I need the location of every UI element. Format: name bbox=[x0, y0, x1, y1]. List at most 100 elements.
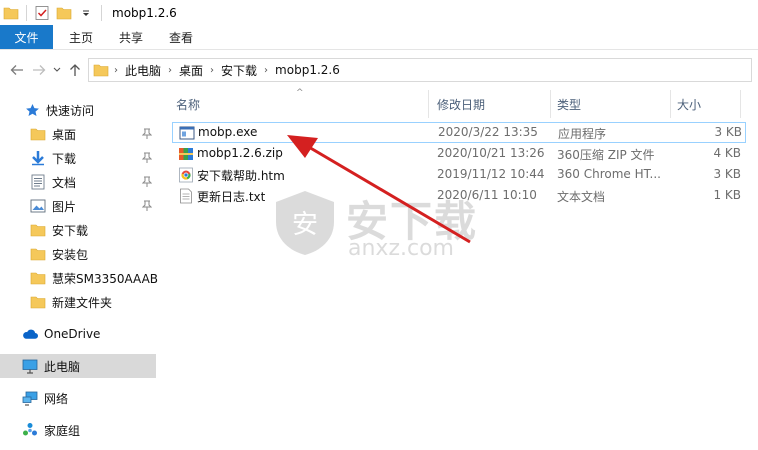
nav-label: 安下载 bbox=[52, 223, 89, 238]
file-type: 文本文档 bbox=[557, 190, 606, 204]
nav-label: OneDrive bbox=[44, 327, 101, 341]
download-icon bbox=[30, 150, 46, 166]
back-button[interactable] bbox=[6, 58, 28, 82]
column-header-name[interactable]: 名称 bbox=[176, 90, 426, 118]
homegroup-icon bbox=[22, 422, 38, 438]
zip-icon bbox=[179, 148, 193, 160]
file-type: 360 Chrome HT... bbox=[557, 167, 661, 181]
file-size: 1 KB bbox=[713, 188, 741, 202]
properties-icon[interactable] bbox=[31, 2, 53, 24]
toolbar-divider bbox=[101, 4, 102, 21]
star-icon bbox=[24, 102, 40, 118]
toolbar-divider bbox=[26, 4, 27, 21]
navigation-pane: 快速访问 桌面 下载 文档 图片 安下载 安装包 慧荣SM3350AAAB 新建… bbox=[0, 92, 158, 450]
file-modified: 2019/11/12 10:44 bbox=[437, 167, 545, 181]
folder-icon bbox=[30, 126, 46, 142]
tab-file[interactable]: 文件 bbox=[0, 25, 53, 49]
nav-item-anxiazai[interactable]: 安下载 bbox=[0, 218, 156, 242]
nav-label: 图片 bbox=[52, 199, 77, 214]
file-name: mobp1.2.6.zip bbox=[197, 146, 283, 160]
title-bar: mobp1.2.6 bbox=[0, 0, 758, 25]
nav-item-installers[interactable]: 安装包 bbox=[0, 242, 156, 266]
file-row[interactable]: mobp1.2.6.zip 2020/10/21 13:26 360压缩 ZIP… bbox=[172, 144, 746, 165]
pin-icon[interactable] bbox=[142, 176, 152, 188]
folder-icon bbox=[93, 63, 109, 77]
nav-label: 新建文件夹 bbox=[52, 295, 113, 310]
back-arrow-icon bbox=[10, 65, 23, 75]
folder-icon bbox=[30, 294, 46, 310]
column-divider[interactable] bbox=[428, 90, 429, 118]
watermark-badge: 安 bbox=[292, 210, 318, 240]
file-type: 360压缩 ZIP 文件 bbox=[557, 148, 655, 162]
address-bar[interactable]: › 此电脑 › 桌面 › 安下载 › mobp1.2.6 bbox=[88, 58, 752, 82]
folder-icon bbox=[30, 222, 46, 238]
file-size: 3 KB bbox=[713, 167, 741, 181]
nav-item-new-folder[interactable]: 新建文件夹 bbox=[0, 290, 156, 314]
pin-icon[interactable] bbox=[142, 200, 152, 212]
column-header-size[interactable]: 大小 bbox=[677, 90, 737, 118]
up-arrow-icon bbox=[70, 64, 80, 76]
file-modified: 2020/3/22 13:35 bbox=[438, 125, 538, 139]
column-divider[interactable] bbox=[670, 90, 671, 118]
file-name: 安下载帮助.htm bbox=[197, 169, 285, 183]
text-file-icon bbox=[180, 188, 192, 204]
nav-label: 快速访问 bbox=[46, 103, 95, 118]
recent-locations-button[interactable] bbox=[50, 58, 64, 82]
file-size: 4 KB bbox=[713, 146, 741, 160]
watermark: 安 安下载 anxz.com bbox=[270, 188, 490, 266]
up-button[interactable] bbox=[64, 58, 86, 82]
file-name: mobp.exe bbox=[198, 125, 258, 139]
navigation-bar: › 此电脑 › 桌面 › 安下载 › mobp1.2.6 bbox=[0, 55, 758, 85]
nav-label: 慧荣SM3350AAAB bbox=[52, 271, 159, 286]
tab-view[interactable]: 查看 bbox=[156, 25, 206, 49]
nav-label: 桌面 bbox=[52, 127, 77, 142]
customize-toolbar-icon[interactable] bbox=[75, 2, 97, 24]
column-header-modified[interactable]: 修改日期 bbox=[437, 90, 547, 118]
nav-label: 家庭组 bbox=[44, 423, 81, 438]
nav-quick-access[interactable]: 快速访问 bbox=[0, 98, 156, 122]
column-divider[interactable] bbox=[550, 90, 551, 118]
nav-network[interactable]: 网络 bbox=[0, 386, 156, 410]
folder-icon bbox=[30, 270, 46, 286]
tab-share[interactable]: 共享 bbox=[106, 25, 156, 49]
file-row[interactable]: mobp.exe 2020/3/22 13:35 应用程序 3 KB bbox=[172, 122, 746, 143]
new-folder-icon[interactable] bbox=[53, 2, 75, 24]
file-type: 应用程序 bbox=[558, 127, 607, 141]
nav-label: 安装包 bbox=[52, 247, 89, 262]
file-size: 3 KB bbox=[714, 125, 742, 139]
file-row[interactable]: 安下载帮助.htm 2019/11/12 10:44 360 Chrome HT… bbox=[172, 165, 746, 186]
chevron-down-icon bbox=[53, 67, 61, 72]
forward-button[interactable] bbox=[28, 58, 50, 82]
nav-this-pc[interactable]: 此电脑 bbox=[0, 354, 156, 378]
nav-label: 此电脑 bbox=[44, 359, 81, 374]
computer-icon bbox=[22, 358, 38, 374]
nav-item-desktop[interactable]: 桌面 bbox=[0, 122, 156, 146]
nav-item-downloads[interactable]: 下载 bbox=[0, 146, 156, 170]
breadcrumb-anxiazai[interactable]: 安下载 bbox=[215, 62, 263, 79]
pin-icon[interactable] bbox=[142, 128, 152, 140]
file-list: ^ 名称 修改日期 类型 大小 mobp.exe 2020/3/22 13:35… bbox=[165, 85, 758, 450]
network-icon bbox=[22, 390, 38, 406]
tab-home[interactable]: 主页 bbox=[53, 25, 106, 49]
folder-icon bbox=[30, 246, 46, 262]
document-icon bbox=[30, 174, 46, 190]
nav-label: 文档 bbox=[52, 175, 77, 190]
folder-icon bbox=[0, 2, 22, 24]
column-divider[interactable] bbox=[740, 90, 741, 118]
nav-homegroup[interactable]: 家庭组 bbox=[0, 418, 156, 442]
pin-icon[interactable] bbox=[142, 152, 152, 164]
nav-label: 下载 bbox=[52, 151, 77, 166]
window-title: mobp1.2.6 bbox=[112, 5, 177, 20]
breadcrumb-this-pc[interactable]: 此电脑 bbox=[119, 62, 167, 79]
column-header-type[interactable]: 类型 bbox=[557, 90, 667, 118]
file-name: 更新日志.txt bbox=[197, 190, 266, 204]
nav-item-pictures[interactable]: 图片 bbox=[0, 194, 156, 218]
nav-item-documents[interactable]: 文档 bbox=[0, 170, 156, 194]
chrome-html-icon bbox=[179, 167, 193, 183]
shield-logo-icon: 安 bbox=[276, 191, 334, 255]
breadcrumb-current-folder[interactable]: mobp1.2.6 bbox=[269, 63, 346, 77]
watermark-domain: anxz.com bbox=[348, 236, 454, 261]
nav-item-sm3350[interactable]: 慧荣SM3350AAAB bbox=[0, 266, 159, 290]
breadcrumb-desktop[interactable]: 桌面 bbox=[173, 62, 209, 79]
nav-onedrive[interactable]: OneDrive bbox=[0, 322, 156, 346]
